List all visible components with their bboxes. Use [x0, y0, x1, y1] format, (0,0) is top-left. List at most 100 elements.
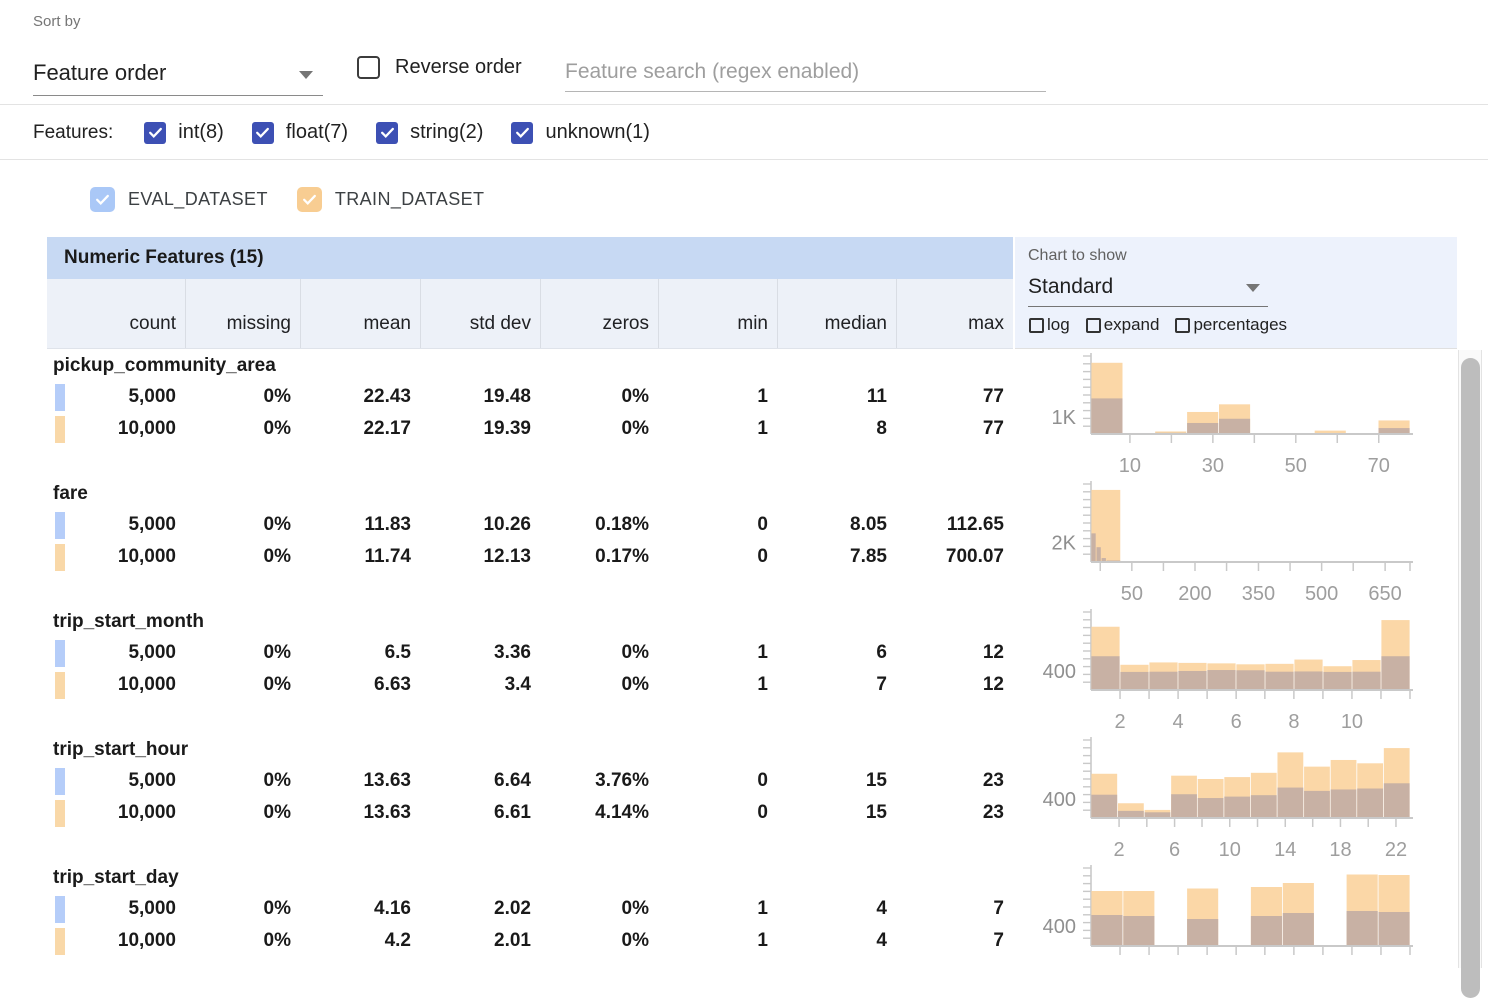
dataset-toggle: EVAL_DATASET	[90, 187, 268, 212]
check-icon	[254, 124, 271, 141]
stat-cell: 15	[777, 765, 896, 797]
stat-cell: 10,000	[47, 925, 185, 957]
stat-cell: 4	[777, 925, 896, 957]
stat-cell: 1	[658, 637, 777, 669]
stat-cell: 1	[658, 413, 777, 445]
x-tick-label: 18	[1329, 839, 1351, 861]
check-icon	[94, 191, 111, 208]
feature-name: trip_start_month	[53, 611, 204, 633]
features-label: Features:	[33, 122, 113, 144]
chart-option-checkbox-expand[interactable]	[1086, 318, 1101, 333]
feature-row-trip_start_month: trip_start_month5,0000%6.53.360%161210,0…	[0, 606, 1457, 734]
y-axis-label: 2K	[1052, 532, 1077, 554]
stat-cell: 11.83	[300, 509, 420, 541]
x-tick-label: 500	[1305, 583, 1338, 605]
dropdown-arrow-icon	[299, 71, 313, 79]
x-tick-label: 200	[1178, 583, 1211, 605]
stat-cell: 0%	[540, 381, 658, 413]
stat-cell: 4.14%	[540, 797, 658, 829]
stat-cell: 19.39	[420, 413, 540, 445]
stat-cell: 11.74	[300, 541, 420, 573]
stat-cell: 0%	[185, 797, 300, 829]
feature-type-checkbox[interactable]	[376, 122, 398, 144]
stat-cell: 5,000	[47, 765, 185, 797]
scrollbar-thumb[interactable]	[1461, 358, 1480, 998]
stat-cell: 10.26	[420, 509, 540, 541]
stat-cell: 13.63	[300, 765, 420, 797]
feature-type-checkbox[interactable]	[511, 122, 533, 144]
chart-to-show-dropdown[interactable]: Standard	[1028, 271, 1268, 307]
chart-to-show-label: Chart to show	[1028, 247, 1127, 265]
feature-type-filter: unknown(1)	[511, 121, 650, 144]
feature-name: fare	[53, 483, 88, 505]
stat-cell: 10,000	[47, 669, 185, 701]
reverse-order-checkbox[interactable]	[357, 56, 380, 79]
stat-cell: 5,000	[47, 637, 185, 669]
stat-cell: 0	[658, 541, 777, 573]
stat-cell: 0%	[185, 637, 300, 669]
stat-cell: 1	[658, 893, 777, 925]
stat-cell: 77	[896, 413, 1013, 445]
dataset-checkbox[interactable]	[297, 187, 322, 212]
stat-cell: 1	[658, 669, 777, 701]
chart-option-percentages: percentages	[1175, 315, 1287, 335]
feature-type-checkbox[interactable]	[144, 122, 166, 144]
stat-cell: 23	[896, 797, 1013, 829]
x-tick-label: 350	[1242, 583, 1275, 605]
stat-cell: 0%	[540, 413, 658, 445]
stat-cell: 1	[658, 381, 777, 413]
stat-cell: 0.18%	[540, 509, 658, 541]
feature-type-filter: string(2)	[376, 121, 483, 144]
column-header-zeros: zeros	[540, 279, 658, 348]
column-header-max: max	[896, 279, 1013, 348]
stat-cell: 0%	[185, 381, 300, 413]
dataset-toggle: TRAIN_DATASET	[297, 187, 485, 212]
feature-type-checkbox[interactable]	[252, 122, 274, 144]
stat-cell: 1	[658, 925, 777, 957]
stat-cell: 7	[896, 893, 1013, 925]
features-filter-bar: Features: int(8)float(7)string(2)unknown…	[0, 106, 1488, 160]
stat-cell: 2.01	[420, 925, 540, 957]
feature-search-input[interactable]	[565, 52, 1046, 92]
x-tick-label: 650	[1368, 583, 1401, 605]
stat-cell: 4	[777, 893, 896, 925]
stat-cell: 15	[777, 797, 896, 829]
dataset-checkbox[interactable]	[90, 187, 115, 212]
stats-column-header: countmissingmeanstd devzerosminmedianmax	[47, 279, 1013, 349]
stat-cell: 112.65	[896, 509, 1013, 541]
stat-cell: 700.07	[896, 541, 1013, 573]
x-tick-label: 6	[1169, 839, 1180, 861]
chart-controls-panel: Chart to show Standard log expand percenta…	[1015, 237, 1457, 349]
chart-option-log: log	[1029, 315, 1070, 335]
stat-values-train: 10,0000%11.7412.130.17%07.85700.07	[47, 541, 1013, 573]
stat-values-eval: 5,0000%4.162.020%147	[47, 893, 1013, 925]
feature-row-trip_start_hour: trip_start_hour5,0000%13.636.643.76%0152…	[0, 734, 1457, 862]
stat-cell: 2.02	[420, 893, 540, 925]
stat-cell: 11	[777, 381, 896, 413]
chart-option-checkbox-percentages[interactable]	[1175, 318, 1190, 333]
column-header-std-dev: std dev	[420, 279, 540, 348]
chart-option-checkbox-log[interactable]	[1029, 318, 1044, 333]
vertical-scrollbar[interactable]	[1458, 350, 1482, 968]
stat-values-eval: 5,0000%11.8310.260.18%08.05112.65	[47, 509, 1013, 541]
y-axis-label: 400	[1043, 916, 1076, 938]
chart-option-expand: expand	[1086, 315, 1160, 335]
stat-cell: 6.64	[420, 765, 540, 797]
feature-name: pickup_community_area	[53, 355, 276, 377]
histogram-trip_start_month: 400246810	[1030, 606, 1420, 734]
stat-cell: 0%	[185, 925, 300, 957]
histogram-trip_start_day: 400	[1030, 862, 1420, 990]
feature-stats-list: pickup_community_area5,0000%22.4319.480%…	[0, 350, 1457, 990]
x-tick-label: 22	[1385, 839, 1407, 861]
reverse-order-label: Reverse order	[395, 56, 522, 79]
y-axis-label: 400	[1043, 661, 1076, 683]
sort-by-dropdown[interactable]: Feature order	[33, 56, 323, 96]
feature-row-pickup_community_area: pickup_community_area5,0000%22.4319.480%…	[0, 350, 1457, 478]
x-tick-label: 2	[1114, 839, 1125, 861]
feature-type-filter: int(8)	[144, 121, 224, 144]
x-tick-label: 10	[1119, 455, 1141, 477]
stat-cell: 12	[896, 669, 1013, 701]
stat-cell: 10,000	[47, 413, 185, 445]
x-tick-label: 30	[1202, 455, 1224, 477]
stat-cell: 0	[658, 797, 777, 829]
